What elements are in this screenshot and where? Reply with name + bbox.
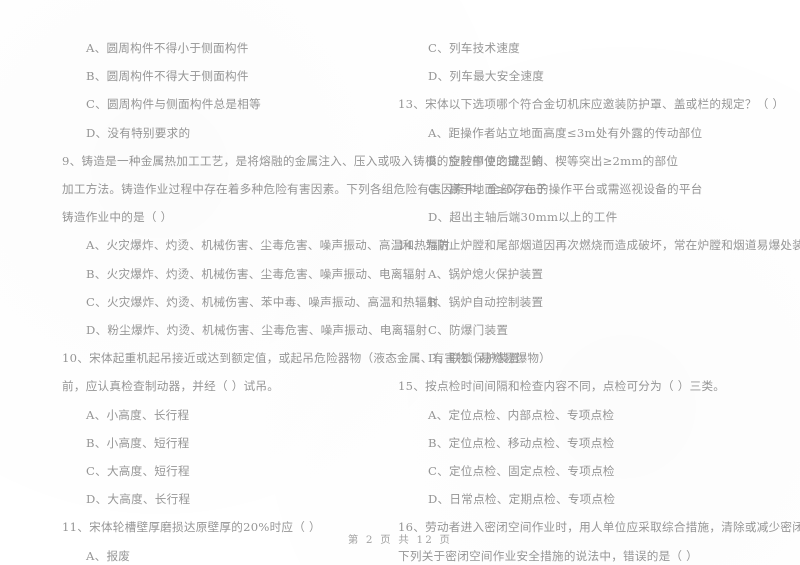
option-item[interactable]: A、圆周构件不得小于侧面构件: [62, 34, 402, 62]
question-stem: 14、为防止炉膛和尾部烟道因再次燃烧而造成破坏，常在炉膛和烟道易爆处装设（ ）: [398, 238, 800, 253]
question-stem-line: 铸造作业中的是（ ）: [62, 210, 173, 225]
option-item[interactable]: B、圆周构件不得大于侧面构件: [62, 62, 402, 90]
exam-page: A、圆周构件不得小于侧面构件 B、圆周构件不得大于侧面构件 C、圆周构件与侧面构…: [0, 0, 800, 565]
option-item[interactable]: B、锅炉自动控制装置: [398, 288, 738, 316]
scanned-page-content: A、圆周构件不得小于侧面构件 B、圆周构件不得大于侧面构件 C、圆周构件与侧面构…: [0, 0, 800, 565]
option-item[interactable]: D、联锁保护装置: [398, 344, 738, 372]
question-block-15: 15、按点检时间间隔和检查内容不同，点检可分为（ ）三类。 A、定位点检、内部点…: [398, 372, 738, 513]
option-item[interactable]: C、圆周构件与侧面构件总是相等: [62, 90, 402, 118]
question-block-12-continued: C、列车技术速度 D、列车最大安全速度: [398, 34, 738, 90]
question-stem-line: 前，应认真检查制动器，并经（ ）试吊。: [62, 379, 280, 394]
option-item[interactable]: B、小高度、短行程: [62, 429, 402, 457]
question-stem: 13、宋体以下选项哪个符合金切机床应邀装防护罩、盖或栏的规定？（ ）: [398, 97, 785, 112]
option-item[interactable]: B、火灾爆炸、灼烫、机械伤害、尘毒危害、噪声振动、电离辐射: [62, 260, 426, 288]
option-item[interactable]: A、距操作者站立地面高度≤3m处有外露的传动部位: [398, 119, 738, 147]
question-block-10: 10、宋体起重机起吊接近或达到额定值，或起吊危险器物（液态金属、有害物、易燃易爆…: [62, 344, 552, 513]
page-footer: 第 2 页 共 12 页: [347, 534, 453, 546]
option-item[interactable]: C、火灾爆炸、灼烫、机械伤害、苯中毒、噪声振动、高温和热辐射: [62, 288, 438, 316]
option-item[interactable]: D、没有特别要求的: [62, 119, 402, 147]
option-item[interactable]: D、大高度、长行程: [62, 485, 402, 513]
question-block-13: 13、宋体以下选项哪个符合金切机床应邀装防护罩、盖或栏的规定？（ ） A、距操作…: [398, 90, 785, 231]
question-block-continued: A、圆周构件不得小于侧面构件 B、圆周构件不得大于侧面构件 C、圆周构件与侧面构…: [62, 34, 402, 147]
option-item[interactable]: A、锅炉熄火保护装置: [398, 260, 738, 288]
question-block-14: 14、为防止炉膛和尾部烟道因再次燃烧而造成破坏，常在炉膛和烟道易爆处装设（ ） …: [398, 231, 800, 372]
question-stem: 15、按点检时间间隔和检查内容不同，点检可分为（ ）三类。: [398, 379, 726, 394]
option-item[interactable]: C、大高度、短行程: [62, 457, 402, 485]
option-item[interactable]: A、定位点检、内部点检、专项点检: [398, 401, 738, 429]
option-item[interactable]: D、粉尘爆炸、灼烫、机械伤害、尘毒危害、噪声振动、电离辐射: [62, 316, 427, 344]
option-item[interactable]: C、高于地面≥0.7m的操作平台或需巡视设备的平台: [398, 175, 738, 203]
option-item[interactable]: C、防爆门装置: [398, 316, 738, 344]
question-stem: 9、铸造是一种金属热加工工艺，是将熔融的金属注入、压入或吸入铸模的空腔中使之成型…: [62, 153, 544, 168]
left-column: A、圆周构件不得小于侧面构件 B、圆周构件不得大于侧面构件 C、圆周构件与侧面构…: [62, 34, 552, 565]
question-stem: 10、宋体起重机起吊接近或达到额定值，或起吊危险器物（液态金属、有害物、易燃易爆…: [62, 351, 552, 366]
option-item[interactable]: B、旋转部位的键、销、楔等突出≥2mm的部位: [398, 147, 738, 175]
option-item[interactable]: B、定位点检、移动点检、专项点检: [398, 429, 738, 457]
option-item[interactable]: A、小高度、长行程: [62, 401, 402, 429]
option-item[interactable]: D、超出主轴后端30mm以上的工件: [398, 203, 738, 231]
option-item[interactable]: D、日常点检、定期点检、专项点检: [398, 485, 738, 513]
right-column: C、列车技术速度 D、列车最大安全速度 13、宋体以下选项哪个符合金切机床应邀装…: [398, 34, 800, 565]
option-item[interactable]: A、火灾爆炸、灼烫、机械伤害、尘毒危害、噪声振动、高温和热辐射: [62, 231, 450, 259]
option-item[interactable]: C、列车技术速度: [398, 34, 738, 62]
option-item[interactable]: D、列车最大安全速度: [398, 62, 738, 90]
question-block-9: 9、铸造是一种金属热加工工艺，是将熔融的金属注入、压入或吸入铸模的空腔中使之成型…: [62, 147, 548, 344]
option-item[interactable]: C、定位点检、固定点检、专项点检: [398, 457, 738, 485]
question-stem-line: 加工方法。铸造作业过程中存在着多种危险有害因素。下列各组危险有害因素中，全部存在…: [62, 182, 548, 197]
